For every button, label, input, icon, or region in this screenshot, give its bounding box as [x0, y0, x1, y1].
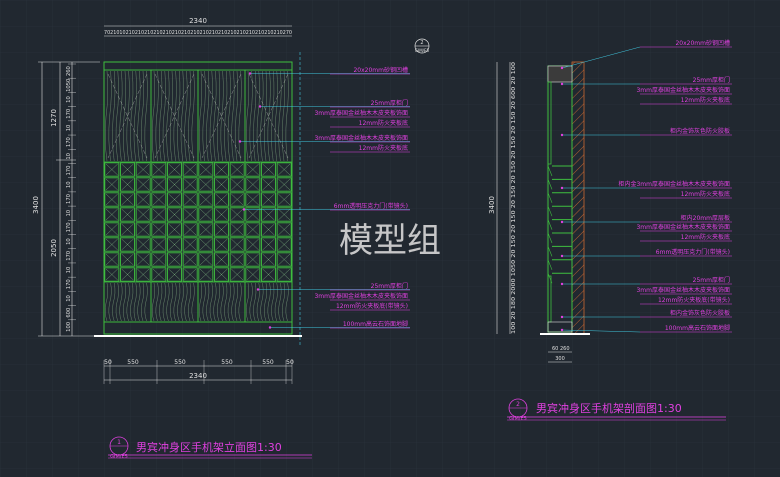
- elevation-left-total: 3400: [32, 196, 40, 214]
- elevation-bottom-dim: 550: [174, 359, 186, 366]
- section-left-total: 3400: [488, 196, 496, 214]
- elevation-left-segment-label: 10: [66, 181, 72, 188]
- elevation-note: 3mm厚泰国金丝柚木木皮夹板饰面: [314, 109, 408, 117]
- section-badge-number: 2: [516, 401, 520, 408]
- elevation-note: 12mm防火夹板底(带镜头): [336, 302, 408, 310]
- section-note: 25mm厚柜门: [693, 276, 730, 284]
- drawing-svg: 2340 70210102102102102102102102102102102…: [0, 0, 780, 477]
- section-note: 柜内20mm厚层板: [681, 214, 730, 222]
- section-note: 12mm防火夹板底: [681, 96, 730, 104]
- elevation-note: 12mm防火夹板底: [359, 144, 408, 152]
- elevation-left-segment-label: 10: [66, 267, 72, 274]
- elevation-left-segment-label: 170: [66, 279, 72, 289]
- section-note: 12mm防火夹板底(带镜头): [658, 296, 730, 304]
- elevation-left-segment-label: 170: [66, 251, 72, 261]
- elevation-bottom-dim: 50: [286, 359, 294, 366]
- elevation-note: 6mm透明压克力门(带镜头): [334, 202, 408, 210]
- cad-drawing-canvas: 2340 70210102102102102102102102102102102…: [0, 0, 780, 477]
- elevation-left-segment-label: 10: [66, 238, 72, 245]
- elevation-note: 25mm厚柜门: [371, 282, 408, 290]
- elevation-note: 12mm防火夹板底: [359, 119, 408, 127]
- section-title: 男宾冲身区手机架剖面图1:30: [536, 401, 682, 415]
- section-bottom-dim-b: 260: [560, 346, 570, 352]
- elevation-left-segment-label: 10: [66, 96, 72, 103]
- section-note: 3mm厚泰国金丝柚木木皮夹板饰面: [636, 86, 730, 94]
- elevation-left-segment-label: 10: [66, 210, 72, 217]
- elevation-left-segment-label: 10: [66, 153, 72, 160]
- section-wall-hatch: [571, 61, 585, 335]
- elevation-note: 100mm高云石饰面地脚: [343, 320, 408, 328]
- elevation-note: 25mm厚柜门: [371, 99, 408, 107]
- elevation-title: 男宾冲身区手机架立面图1:30: [136, 440, 282, 454]
- elevation-top-cells: 7021010210210210210210210210210210210210…: [104, 30, 292, 36]
- section-marker-ref: GIM/E5: [415, 48, 430, 53]
- section-note: 100mm高云石饰面地脚: [665, 324, 730, 332]
- elevation-left-segment-label: 170: [66, 109, 72, 119]
- elevation-left-segment-label: 10: [66, 295, 72, 302]
- elevation-bottom-dim: 550: [221, 359, 233, 366]
- section-note: 柜内金饰灰色防火胶板: [670, 309, 730, 317]
- elevation-left-segment-label: 1050: [66, 79, 72, 92]
- section-note: 3mm厚泰国金丝柚木木皮夹板饰面: [636, 223, 730, 231]
- section-note: 6mm透明压克力门(带镜头): [656, 248, 730, 256]
- section-bottom-dim-a: 60: [552, 346, 558, 352]
- section-note: 25mm厚柜门: [693, 76, 730, 84]
- section-marker-number: 2: [420, 40, 423, 46]
- elevation-left-segment-label: 600: [66, 308, 72, 318]
- section-note: 20x20mm砂钢凹槽: [675, 39, 730, 47]
- elevation-left-lower: 2050: [50, 239, 58, 257]
- elevation-left-segment-label: 260: [66, 66, 72, 76]
- elevation-left-segment-label: 100: [66, 322, 72, 332]
- elevation-left-segment-label: 170: [66, 166, 72, 176]
- section-left-cells: 100 20 180 2000 1050 20 150 20 150 20 15…: [511, 61, 517, 334]
- elevation-note: 3mm厚泰国金丝柚木木皮夹板饰面: [314, 292, 408, 300]
- section-note: 12mm防火夹板底: [681, 233, 730, 241]
- elevation-left-segment-label: 170: [66, 222, 72, 232]
- elevation-left-segment-label: 10: [66, 125, 72, 132]
- section-top-cornice: [547, 65, 573, 83]
- watermark-text: 模型组: [339, 221, 441, 261]
- elevation-left-segment-label: 170: [66, 194, 72, 204]
- elevation-badge-number: 1: [117, 439, 121, 446]
- elevation-note: 3mm厚泰国金丝柚木木皮夹板饰面: [314, 134, 408, 142]
- section-note: 12mm防火夹板底: [681, 190, 730, 198]
- elevation-left-upper: 1270: [50, 109, 58, 127]
- elevation-bottom-dim: 550: [127, 359, 139, 366]
- section-note: 柜内金3mm厚泰国金丝柚木木皮夹板饰面: [618, 180, 730, 188]
- elevation-note: 20x20mm砂钢凹槽: [353, 66, 408, 74]
- elevation-bottom-dim: 550: [262, 359, 274, 366]
- section-note: 柜内金饰灰色防火胶板: [670, 127, 730, 135]
- elevation-bottom-dim: 50: [104, 359, 112, 366]
- elevation-bottom-total: 2340: [189, 372, 207, 380]
- section-note: 3mm厚泰国金丝柚木木皮夹板饰面: [636, 286, 730, 294]
- section-bottom-dim-c: 300: [555, 356, 565, 362]
- elevation-left-segment-label: 170: [66, 137, 72, 147]
- elevation-top-total: 2340: [189, 17, 207, 25]
